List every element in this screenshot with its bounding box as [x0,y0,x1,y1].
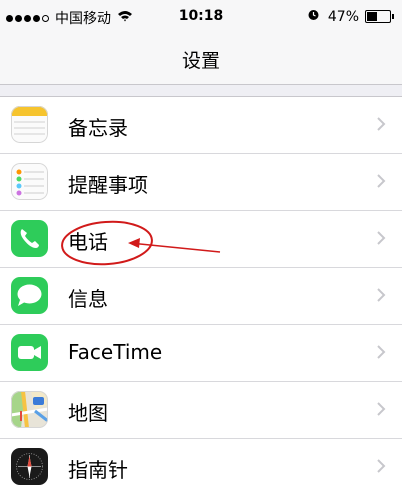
chevron-right-icon [374,287,388,303]
row-label: 地图 [68,401,108,425]
battery-tip [392,14,394,19]
row-label: 信息 [68,287,108,311]
settings-row-phone[interactable]: 电话 [0,211,402,268]
row-label: 提醒事项 [68,173,148,197]
facetime-icon [11,334,48,371]
row-label: 指南针 [68,458,128,482]
alarm-icon [307,8,320,25]
chevron-right-icon [374,173,388,189]
battery-icon [365,10,391,23]
settings-row-notes[interactable]: 备忘录 [0,97,402,154]
notes-icon [11,106,48,143]
compass-icon [11,448,48,485]
chevron-right-icon [374,116,388,132]
row-label: 电话 [68,230,108,254]
status-bar: 中国移动 10:18 47% [0,0,402,34]
page-title: 设置 [181,50,220,72]
chevron-right-icon [374,458,388,474]
settings-row-maps[interactable]: 地图 [0,382,402,439]
settings-row-facetime[interactable]: FaceTime [0,325,402,382]
chevron-right-icon [374,230,388,246]
settings-row-reminders[interactable]: 提醒事项 [0,154,402,211]
battery-percent: 47% [327,8,359,25]
settings-row-messages[interactable]: 信息 [0,268,402,325]
row-label: 备忘录 [68,116,128,140]
status-right: 47% [307,8,394,25]
messages-icon [11,277,48,314]
settings-row-compass[interactable]: 指南针 [0,439,402,495]
chevron-right-icon [374,401,388,417]
phone-icon [11,220,48,257]
battery-fill [367,12,378,21]
maps-icon [11,391,48,428]
nav-bar: 设置 [0,34,402,85]
chevron-right-icon [374,344,388,360]
reminders-icon [11,163,48,200]
settings-list: 备忘录 提醒事项 电话 信息 FaceTime 地图 指南针 [0,96,402,495]
row-label: FaceTime [68,340,163,364]
